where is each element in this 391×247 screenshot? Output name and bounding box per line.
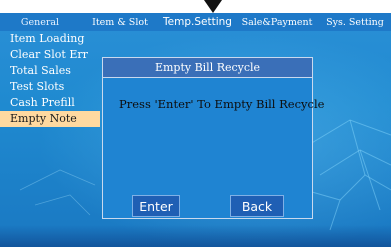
down-arrow-icon [204,0,222,13]
vending-settings-screen: General Item & Slot Temp.Setting Sale&Pa… [0,0,391,247]
tab-temp-setting[interactable]: Temp.Setting [160,16,235,28]
tab-sys-setting[interactable]: Sys. Setting [319,17,391,28]
top-strip [0,0,391,13]
tab-sale-payment[interactable]: Sale&Payment [235,17,319,28]
tab-general[interactable]: General [0,17,80,28]
panel-bottom-shade [0,225,391,247]
dialog-title: Empty Bill Recycle [103,58,312,78]
menu-item-empty-note[interactable]: Empty Note [0,111,100,127]
tab-item-slot[interactable]: Item & Slot [80,17,160,28]
back-button[interactable]: Back [230,195,284,217]
empty-bill-recycle-dialog: Empty Bill Recycle Press 'Enter' To Empt… [102,57,324,219]
menu-item-item-loading[interactable]: Item Loading [0,31,140,47]
tab-bar: General Item & Slot Temp.Setting Sale&Pa… [0,13,391,31]
dialog-message: Press 'Enter' To Empty Bill Recycle [119,97,325,111]
enter-button[interactable]: Enter [132,195,180,217]
